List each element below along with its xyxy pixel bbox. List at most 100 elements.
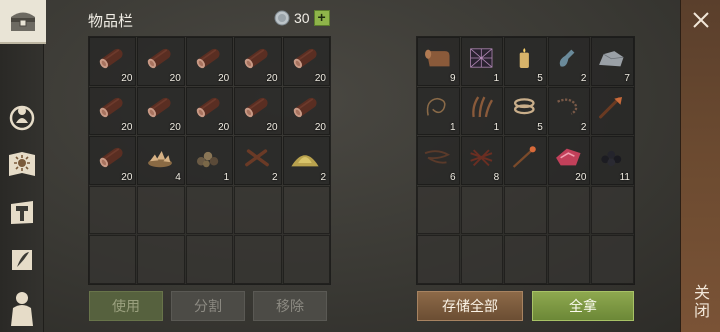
close-label[interactable]: 关闭 — [691, 284, 711, 320]
storage-slot[interactable]: 5 — [504, 86, 547, 136]
wood-log-icon — [191, 41, 226, 75]
inventory-slot[interactable]: 2 — [234, 136, 282, 185]
store-all-button[interactable]: 存储全部 — [417, 291, 523, 321]
storage-slot[interactable] — [417, 185, 460, 235]
storage-slot[interactable]: 2 — [547, 86, 591, 136]
sand-pile-icon — [288, 140, 323, 174]
inventory-slot[interactable]: 20 — [89, 37, 137, 86]
wood-chips-icon — [142, 140, 177, 174]
bottle-icon — [553, 41, 584, 75]
raw-meat-icon — [553, 140, 584, 174]
storage-slot[interactable]: 8 — [460, 136, 504, 185]
wood-log-icon — [288, 91, 323, 125]
inventory-title: 物品栏 — [88, 13, 134, 30]
inventory-slot[interactable] — [185, 185, 234, 235]
rope-coil-icon — [422, 91, 453, 125]
inventory-slot[interactable]: 20 — [234, 37, 282, 86]
storage-slot[interactable]: 9 — [417, 37, 460, 86]
item-quantity: 1 — [450, 122, 456, 134]
item-quantity: 5 — [537, 122, 543, 134]
close-icon[interactable] — [689, 8, 713, 32]
hammer-icon — [11, 201, 33, 224]
add-currency-button[interactable]: + — [313, 10, 330, 26]
crossed-sticks-icon — [239, 140, 274, 174]
chest-icon — [11, 12, 35, 31]
inventory-slot[interactable] — [185, 235, 234, 284]
inventory-slot[interactable]: 20 — [89, 86, 137, 136]
storage-slot[interactable] — [460, 235, 504, 284]
storage-slot[interactable] — [504, 185, 547, 235]
inventory-slot[interactable]: 2 — [282, 136, 330, 185]
storage-slot[interactable] — [591, 235, 634, 284]
storage-slot[interactable]: 2 — [547, 37, 591, 86]
storage-slot[interactable]: 1 — [460, 37, 504, 86]
storage-slot[interactable] — [591, 185, 634, 235]
storage-slot[interactable]: 1 — [417, 86, 460, 136]
wood-log-icon — [142, 91, 177, 125]
inventory-slot[interactable]: 20 — [282, 37, 330, 86]
item-quantity: 20 — [121, 72, 133, 84]
inventory-slot[interactable]: 20 — [185, 37, 234, 86]
item-quantity: 2 — [272, 171, 278, 183]
sidebar-item-building[interactable] — [4, 194, 40, 230]
inventory-slot[interactable] — [89, 185, 137, 235]
sidebar-item-inventory[interactable] — [0, 0, 46, 44]
close-panel[interactable]: 关闭 — [680, 0, 720, 332]
item-quantity: 20 — [266, 122, 278, 134]
item-quantity: 20 — [121, 171, 133, 183]
inventory-slot[interactable] — [282, 185, 330, 235]
sidebar-item-recipes[interactable] — [4, 242, 40, 278]
storage-slot[interactable]: 7 — [591, 37, 634, 86]
wooden-club-icon — [596, 91, 627, 125]
inventory-slot[interactable]: 20 — [89, 136, 137, 185]
storage-slot[interactable] — [504, 235, 547, 284]
inventory-slot[interactable]: 4 — [137, 136, 185, 185]
storage-slot[interactable] — [547, 185, 591, 235]
inventory-slot[interactable]: 20 — [234, 86, 282, 136]
item-quantity: 2 — [320, 171, 326, 183]
wood-log-icon — [94, 41, 129, 75]
item-quantity: 20 — [266, 72, 278, 84]
storage-slot[interactable]: 1 — [460, 86, 504, 136]
split-button[interactable]: 分割 — [171, 291, 245, 321]
sidebar-item-crafting[interactable] — [4, 146, 40, 182]
storage-slot[interactable] — [591, 86, 634, 136]
inventory-slot[interactable]: 20 — [185, 86, 234, 136]
remove-button[interactable]: 移除 — [253, 291, 327, 321]
inventory-slot[interactable]: 20 — [137, 37, 185, 86]
inventory-slot[interactable] — [234, 185, 282, 235]
take-all-button[interactable]: 全拿 — [532, 291, 634, 321]
item-quantity: 1 — [493, 122, 500, 134]
leather-roll-icon — [422, 41, 453, 75]
inventory-slot[interactable]: 20 — [137, 86, 185, 136]
item-quantity: 7 — [624, 72, 630, 84]
storage-slot[interactable]: 11 — [591, 136, 634, 185]
inventory-slot[interactable] — [282, 235, 330, 284]
inventory-slot[interactable] — [137, 235, 185, 284]
inventory-slot[interactable] — [89, 235, 137, 284]
scroll-quill-icon — [12, 250, 32, 270]
item-quantity: 2 — [580, 72, 587, 84]
item-quantity: 8 — [493, 171, 500, 183]
storage-slot[interactable] — [547, 235, 591, 284]
item-quantity: 9 — [450, 72, 456, 84]
storage-slot[interactable] — [504, 136, 547, 185]
item-quantity: 11 — [619, 171, 630, 183]
storage-slot[interactable] — [417, 235, 460, 284]
sidebar-item-character[interactable] — [4, 290, 40, 326]
storage-slot[interactable]: 6 — [417, 136, 460, 185]
inventory-slot[interactable] — [234, 235, 282, 284]
storage-slot[interactable]: 20 — [547, 136, 591, 185]
inventory-slot[interactable]: 1 — [185, 136, 234, 185]
wood-log-icon — [288, 41, 323, 75]
sidebar-item-skills[interactable] — [4, 98, 40, 134]
inventory-slot[interactable]: 20 — [282, 86, 330, 136]
inventory-slot[interactable] — [137, 185, 185, 235]
item-quantity: 2 — [580, 122, 587, 134]
item-quantity: 1 — [223, 171, 230, 183]
use-button[interactable]: 使用 — [89, 291, 163, 321]
storage-slot[interactable]: 5 — [504, 37, 547, 86]
vines-icon — [422, 140, 453, 174]
storage-slot[interactable] — [460, 185, 504, 235]
wood-log-icon — [94, 140, 129, 174]
